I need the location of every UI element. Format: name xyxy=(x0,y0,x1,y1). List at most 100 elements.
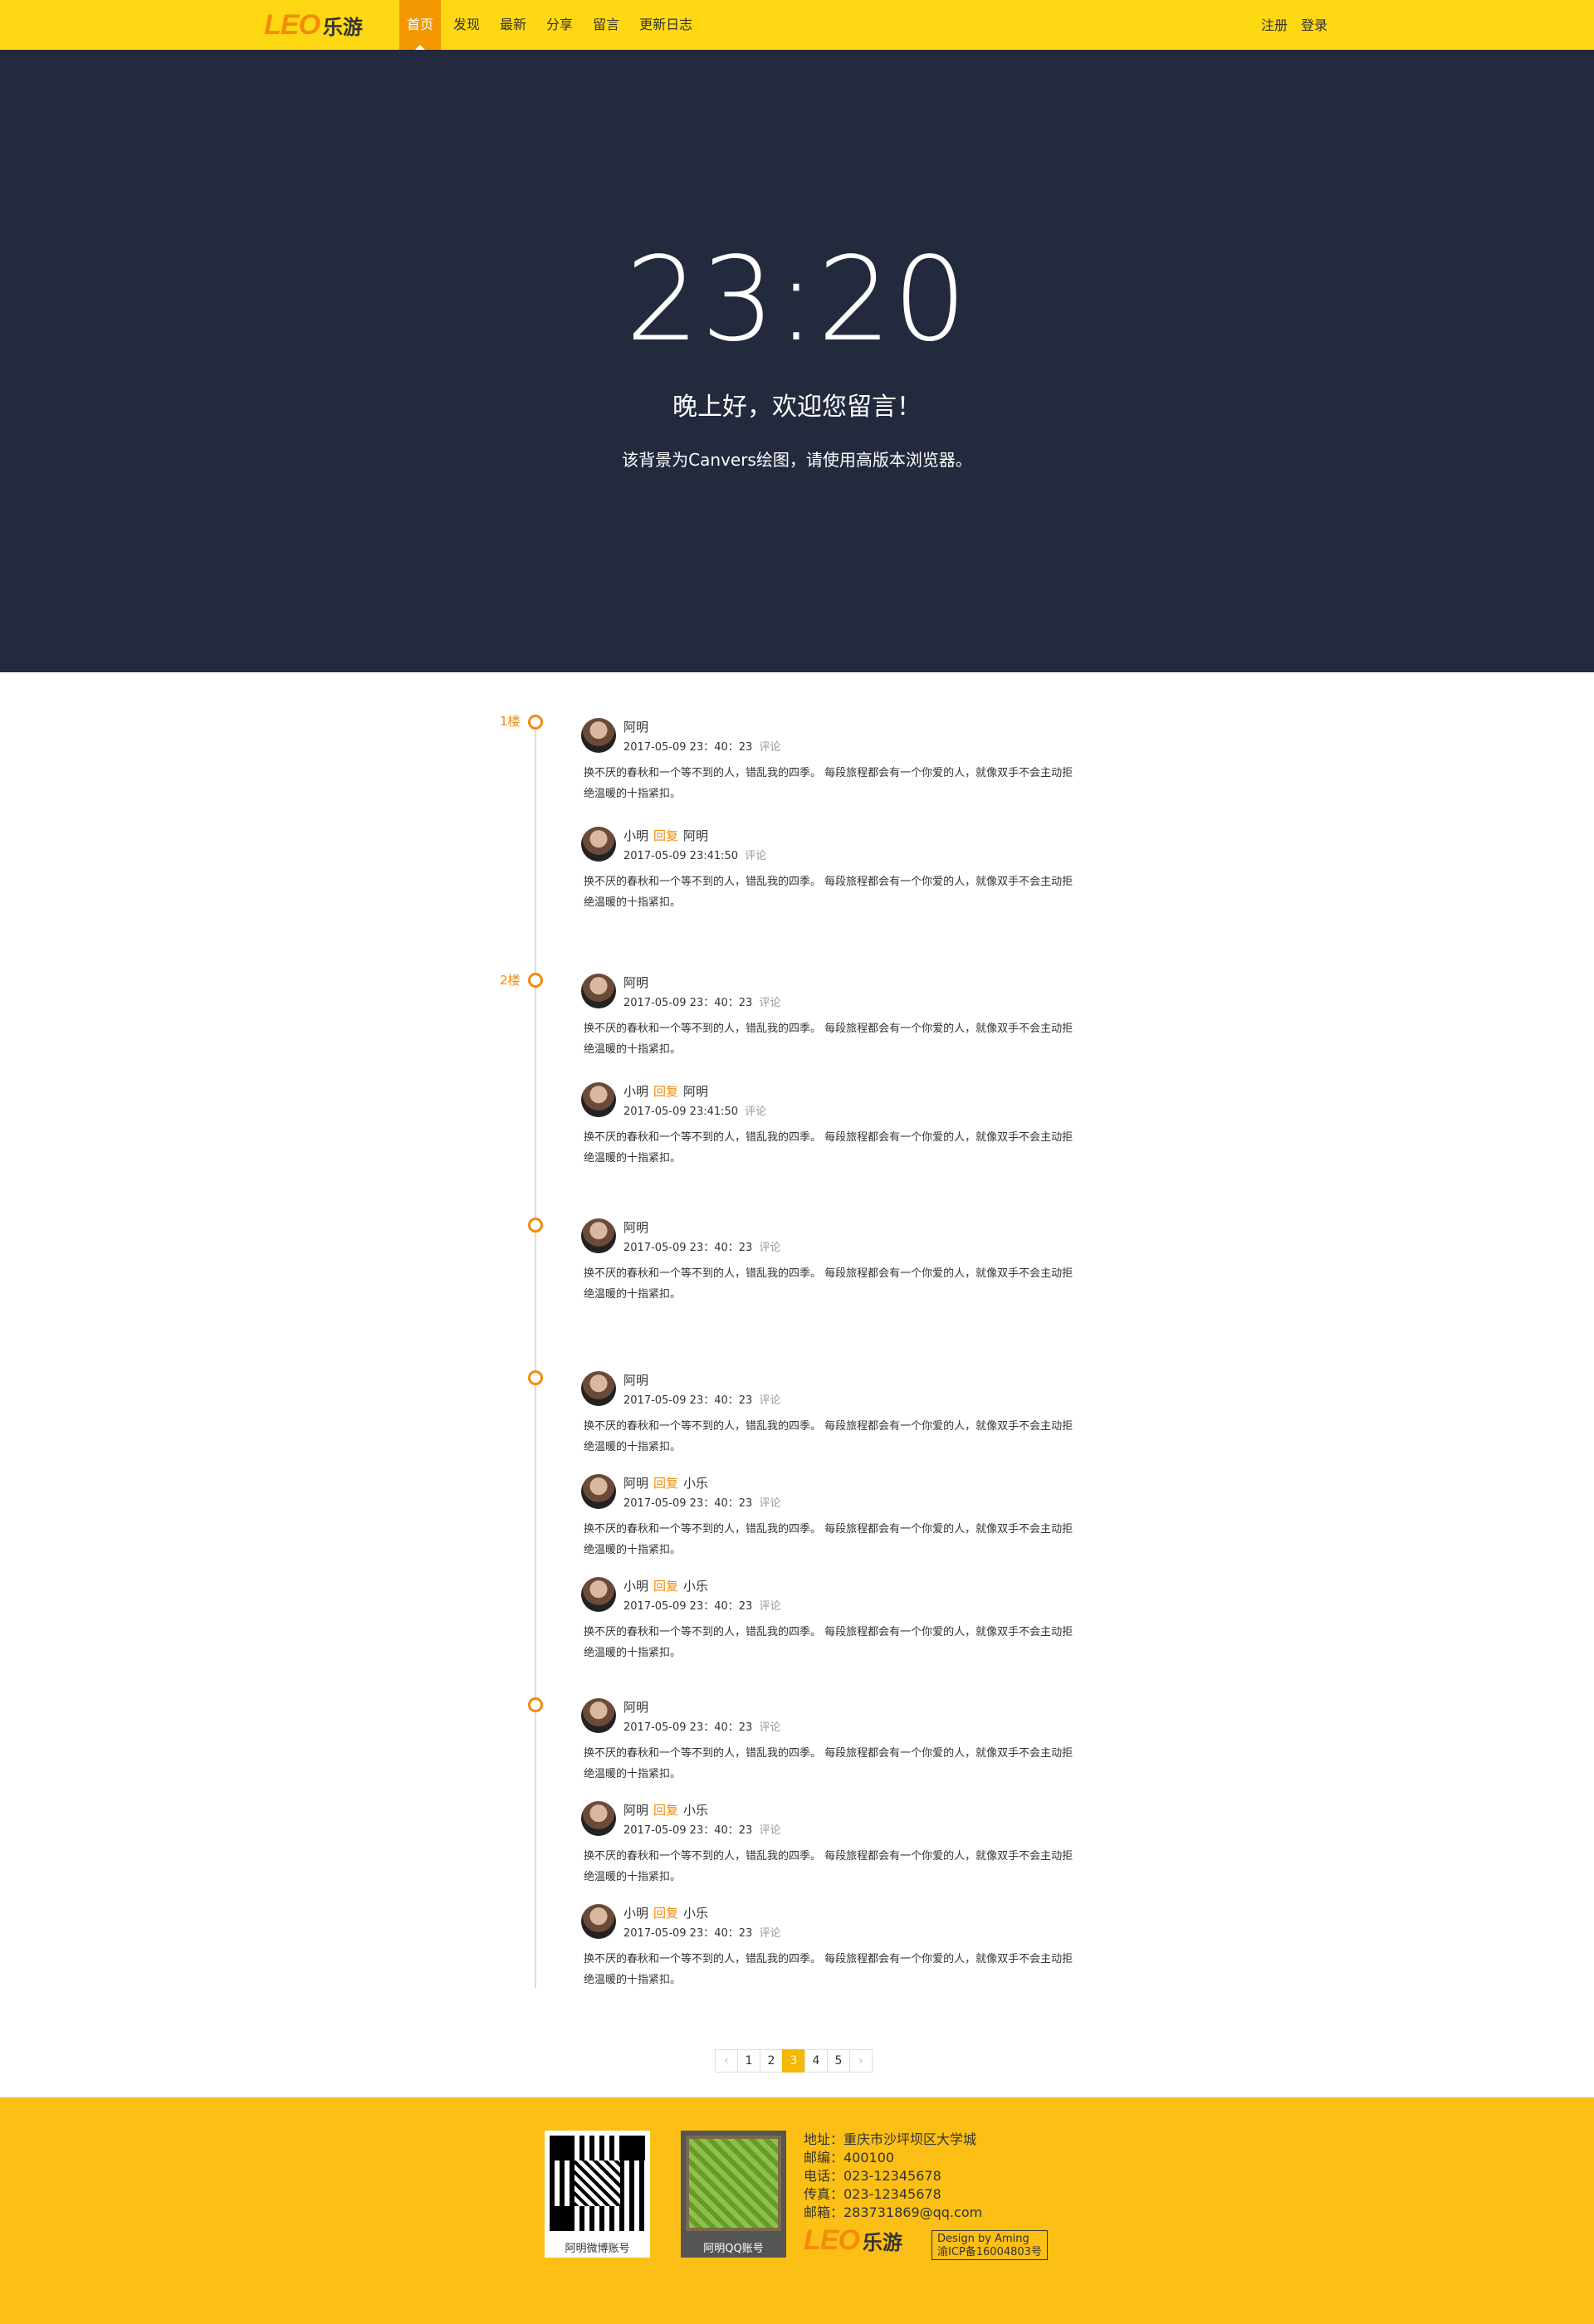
reply-target[interactable]: 小乐 xyxy=(683,1476,708,1491)
qq-qr-label: 阿明QQ账号 xyxy=(703,2243,764,2255)
comment-button[interactable]: 评论 xyxy=(759,1721,780,1734)
logo-text: LEO xyxy=(264,8,320,41)
pagination: ‹ 1 2 3 4 5 › xyxy=(715,2049,873,2073)
login-link[interactable]: 登录 xyxy=(1301,0,1328,50)
comment-date: 2017-05-09 23：40：23 xyxy=(623,1394,753,1407)
comment-author[interactable]: 小明 xyxy=(623,1579,648,1594)
nav-discover[interactable]: 发现 xyxy=(446,0,487,50)
avatar[interactable] xyxy=(581,718,616,753)
comment-author[interactable]: 阿明 xyxy=(623,1803,648,1818)
comment-button[interactable]: 评论 xyxy=(759,1497,780,1510)
clock: 23:20 xyxy=(625,232,969,368)
top-nav: LEO 乐游 首页 发现 最新 分享 留言 更新日志 注册 登录 xyxy=(0,0,1594,50)
comment-button[interactable]: 评论 xyxy=(745,850,766,862)
timeline-dot xyxy=(528,1697,543,1712)
comment-author[interactable]: 阿明 xyxy=(623,1373,648,1388)
reply-target[interactable]: 阿明 xyxy=(683,1084,708,1099)
reply-target[interactable]: 小乐 xyxy=(683,1579,708,1594)
reply-label: 回复 xyxy=(653,1803,679,1818)
avatar[interactable] xyxy=(581,1082,616,1117)
avatar[interactable] xyxy=(581,1904,616,1939)
comment-text: 换不厌的春秋和一个等不到的人，错乱我的四季。 每段旅程都会有一个你爱的人，就像双… xyxy=(584,876,1073,909)
avatar[interactable] xyxy=(581,1698,616,1733)
page-5-button[interactable]: 5 xyxy=(827,2049,850,2073)
timeline-dot xyxy=(528,1218,543,1233)
reply-label: 回复 xyxy=(653,1906,679,1921)
comment-date: 2017-05-09 23：40：23 xyxy=(623,1497,753,1510)
nav-latest[interactable]: 最新 xyxy=(492,0,534,50)
comment-date: 2017-05-09 23:41:50 xyxy=(623,850,739,862)
reply-label: 回复 xyxy=(653,1579,679,1594)
prev-page-button[interactable]: ‹ xyxy=(715,2049,738,2073)
footer-logo-text: LEO xyxy=(804,2224,860,2256)
comment-date: 2017-05-09 23：40：23 xyxy=(623,1824,753,1837)
footer-logo-cn: 乐游 xyxy=(862,2231,902,2254)
avatar[interactable] xyxy=(581,1218,616,1253)
nav-message[interactable]: 留言 xyxy=(585,0,627,50)
avatar[interactable] xyxy=(581,1371,616,1406)
footer-logo: LEO 乐游 xyxy=(804,2224,902,2257)
timeline-dot xyxy=(528,973,543,988)
comment-button[interactable]: 评论 xyxy=(759,1242,780,1254)
comment-author[interactable]: 阿明 xyxy=(623,720,648,735)
comment-author[interactable]: 阿明 xyxy=(623,975,648,990)
comment-button[interactable]: 评论 xyxy=(759,1824,780,1837)
comment-text: 换不厌的春秋和一个等不到的人，错乱我的四季。 每段旅程都会有一个你爱的人，就像双… xyxy=(584,1953,1073,1986)
qq-qr-code: 阿明QQ账号 xyxy=(681,2131,786,2258)
comment-date: 2017-05-09 23：40：23 xyxy=(623,1600,753,1613)
comment-author[interactable]: 小明 xyxy=(623,1906,648,1921)
nav-share[interactable]: 分享 xyxy=(539,0,580,50)
comment-button[interactable]: 评论 xyxy=(759,741,780,754)
comment-text: 换不厌的春秋和一个等不到的人，错乱我的四季。 每段旅程都会有一个你爱的人，就像双… xyxy=(584,1850,1073,1883)
comment-date: 2017-05-09 23：40：23 xyxy=(623,741,753,754)
reply-label: 回复 xyxy=(653,1084,679,1099)
floor-label: 1楼 xyxy=(500,714,521,729)
page-3-button[interactable]: 3 xyxy=(782,2049,805,2073)
timeline-line xyxy=(535,722,536,1988)
comment-button[interactable]: 评论 xyxy=(759,997,780,1009)
page-4-button[interactable]: 4 xyxy=(804,2049,828,2073)
comment-author[interactable]: 阿明 xyxy=(623,1220,648,1235)
page-2-button[interactable]: 2 xyxy=(760,2049,783,2073)
avatar[interactable] xyxy=(581,827,616,862)
nav-home[interactable]: 首页 xyxy=(399,0,442,50)
comment-button[interactable]: 评论 xyxy=(759,1600,780,1613)
browser-hint: 该背景为Canvers绘图，请使用高版本浏览器。 xyxy=(622,450,972,470)
greeting: 晚上好，欢迎您留言！ xyxy=(672,393,922,422)
avatar[interactable] xyxy=(581,1801,616,1836)
postcode: 邮编：400100 xyxy=(804,2150,895,2165)
comment-author[interactable]: 阿明 xyxy=(623,1476,648,1491)
nav-changelog[interactable]: 更新日志 xyxy=(632,0,700,50)
reply-target[interactable]: 小乐 xyxy=(683,1906,708,1921)
comment-date: 2017-05-09 23：40：23 xyxy=(623,1927,753,1940)
register-link[interactable]: 注册 xyxy=(1261,0,1288,50)
comment-date: 2017-05-09 23：40：23 xyxy=(623,1721,753,1734)
comment-author[interactable]: 小明 xyxy=(623,828,648,843)
comment-text: 换不厌的春秋和一个等不到的人，错乱我的四季。 每段旅程都会有一个你爱的人，就像双… xyxy=(584,1626,1073,1659)
page-1-button[interactable]: 1 xyxy=(737,2049,760,2073)
comment-author[interactable]: 阿明 xyxy=(623,1700,648,1715)
comment-button[interactable]: 评论 xyxy=(745,1106,766,1118)
comment-button[interactable]: 评论 xyxy=(759,1927,780,1940)
reply-label: 回复 xyxy=(653,828,679,843)
timeline-dot xyxy=(528,1370,543,1385)
avatar[interactable] xyxy=(581,974,616,1008)
qr-code-icon xyxy=(686,2136,781,2231)
site-logo[interactable]: LEO 乐游 xyxy=(264,8,363,42)
comment-text: 换不厌的春秋和一个等不到的人，错乱我的四季。 每段旅程都会有一个你爱的人，就像双… xyxy=(584,1267,1073,1301)
auth-links: 注册 登录 xyxy=(1248,0,1328,50)
credit-box: Design by Aming 渝ICP备16004803号 xyxy=(931,2230,1048,2260)
next-page-button[interactable]: › xyxy=(849,2049,873,2073)
comment-date: 2017-05-09 23：40：23 xyxy=(623,997,753,1009)
comment-text: 换不厌的春秋和一个等不到的人，错乱我的四季。 每段旅程都会有一个你爱的人，就像双… xyxy=(584,1023,1073,1056)
comment-author[interactable]: 小明 xyxy=(623,1084,648,1099)
avatar[interactable] xyxy=(581,1474,616,1509)
comment-button[interactable]: 评论 xyxy=(759,1394,780,1407)
main-nav: 首页 发现 最新 分享 留言 更新日志 xyxy=(399,0,705,50)
reply-target[interactable]: 小乐 xyxy=(683,1803,708,1818)
fax: 传真：023-12345678 xyxy=(804,2186,941,2202)
avatar[interactable] xyxy=(581,1577,616,1612)
reply-target[interactable]: 阿明 xyxy=(683,828,708,843)
footer xyxy=(0,2097,1594,2324)
comment-date: 2017-05-09 23：40：23 xyxy=(623,1242,753,1254)
